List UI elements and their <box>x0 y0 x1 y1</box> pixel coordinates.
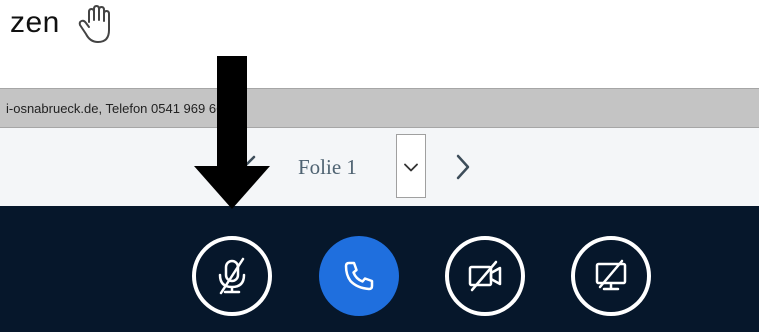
contact-info-bar: i-osnabrueck.de, Telefon 0541 969 6666 <box>0 88 759 128</box>
share-webcam-button[interactable] <box>445 236 525 316</box>
raise-hand-icon[interactable] <box>76 4 120 46</box>
chevron-down-icon <box>404 163 418 172</box>
slide-navigation: Folie 1 <box>0 128 759 206</box>
media-control-bar <box>0 206 759 332</box>
screen-share-off-icon <box>595 259 627 291</box>
video-off-icon <box>468 260 502 292</box>
truncated-heading: zen <box>10 6 60 39</box>
leave-audio-button[interactable] <box>319 236 399 316</box>
microphone-off-icon <box>218 257 246 295</box>
phone-icon <box>344 261 374 291</box>
chevron-right-icon[interactable] <box>452 153 474 181</box>
mute-microphone-button[interactable] <box>192 236 272 316</box>
slide-select-dropdown[interactable] <box>396 134 426 198</box>
share-screen-button[interactable] <box>571 236 651 316</box>
header-area: zen <box>0 0 759 88</box>
arrow-down-icon <box>194 56 270 209</box>
slide-label: Folie 1 <box>298 155 357 179</box>
